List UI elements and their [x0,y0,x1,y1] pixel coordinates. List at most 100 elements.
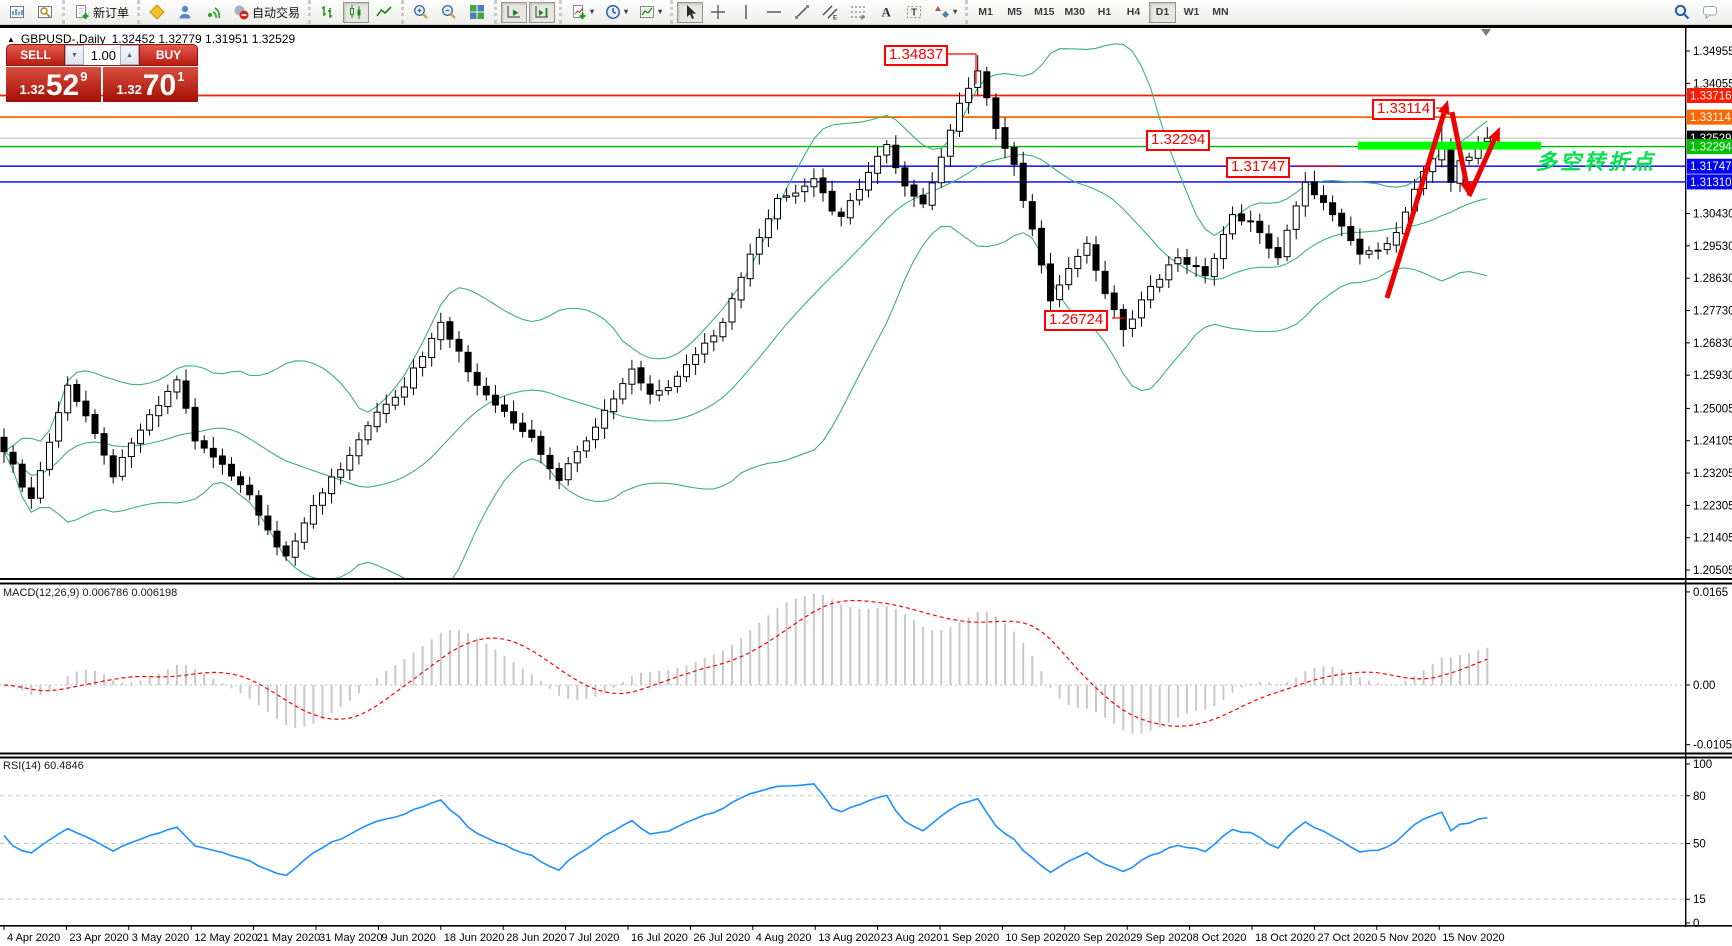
timeframe-h1[interactable]: H1 [1091,2,1118,23]
timeframe-h4[interactable]: H4 [1120,2,1147,23]
bollinger-bands [4,44,1487,590]
volume-input[interactable] [84,45,120,65]
timeframe-m1-label: M1 [978,6,993,18]
metaeditor-button[interactable] [144,2,170,23]
sell-price-sup: 9 [80,69,87,84]
date-label: 28 Jun 2020 [506,932,567,944]
sell-button[interactable]: SELL [6,44,65,66]
price-axis[interactable]: 1.349551.340551.304301.295301.286301.277… [1685,46,1732,930]
timeframe-w1-label: W1 [1184,6,1200,18]
channel-button[interactable]: E [817,2,843,23]
cursor-button[interactable] [677,2,703,23]
line-chart-button[interactable] [371,2,397,23]
community-button[interactable] [172,2,198,23]
timeframe-m5[interactable]: M5 [1001,2,1028,23]
timeframe-h4-label: H4 [1127,6,1140,18]
profiles-icon [36,3,54,21]
zoom-in-button[interactable] [408,2,434,23]
trendline-button[interactable] [789,2,815,23]
rsi-tick-label: 80 [1693,791,1706,803]
community-icon [176,3,194,21]
axis-tick-label: 1.22305 [1693,500,1732,512]
svg-text:E: E [833,16,837,22]
chat-icon [1701,3,1719,21]
timeframe-w1[interactable]: W1 [1178,2,1205,23]
price-callout[interactable]: 1.32294 [1146,130,1210,151]
autotrading-icon [232,3,250,21]
search-icon [1673,3,1691,21]
auto-scroll-button[interactable] [501,2,527,23]
vertical-line-button[interactable] [733,2,759,23]
bar-chart-button[interactable] [315,2,341,23]
support-zone-bar[interactable] [1358,142,1541,150]
sell-price-button[interactable]: 1.32 52 9 [6,67,101,102]
new-chart-button[interactable] [4,2,30,23]
tile-windows-button[interactable] [464,2,490,23]
toolbar-group-scroll [494,0,559,24]
one-click-trade-panel: SELL ▼ ▲ BUY 1.32 52 9 1.32 70 1 [6,44,198,102]
time-axis[interactable]: 4 Apr 202023 Apr 20203 May 202012 May 20… [4,925,1505,944]
timeframe-mn[interactable]: MN [1207,2,1234,23]
profiles-button[interactable] [32,2,58,23]
candle-chart-icon [347,3,365,21]
rsi-tick-label: 0 [1693,918,1699,930]
timeframe-m1[interactable]: M1 [972,2,999,23]
date-label: 31 May 2020 [319,932,383,944]
price-callout[interactable]: 1.33114 [1372,99,1435,120]
axis-tick-label: 1.24105 [1693,436,1732,448]
candle-chart-button[interactable] [343,2,369,23]
axis-tick-label: 1.20505 [1693,565,1732,577]
axis-tick-label: 1.27730 [1693,306,1732,318]
buy-price-button[interactable]: 1.32 70 1 [103,67,198,102]
signals-button[interactable] [200,2,226,23]
chat-button[interactable] [1697,2,1723,23]
chart-shift-button[interactable] [529,2,555,23]
periods-button[interactable]: ▾ [600,2,632,23]
chart-shift-marker[interactable] [1481,29,1491,36]
turning-point-note[interactable]: 多空转折点 [1536,146,1656,176]
volume-up-button[interactable]: ▲ [120,45,139,65]
new-order-button[interactable]: 新订单 [69,2,133,23]
svg-text:F: F [861,16,865,21]
arrows-button[interactable]: ▾ [929,2,961,23]
date-label: 23 Aug 2020 [881,932,943,944]
buy-button[interactable]: BUY [139,44,198,66]
label-icon: T [905,3,923,21]
date-label: 21 May 2020 [257,932,321,944]
search-button[interactable] [1669,2,1695,23]
buy-price-big: 70 [143,74,176,99]
timeframe-d1[interactable]: D1 [1149,2,1176,23]
text-icon: A [877,3,895,21]
collapse-panel-icon[interactable]: ▲ [7,35,15,44]
axis-tick-label: 1.29530 [1693,241,1732,253]
indicators-button[interactable]: ▾ [566,2,598,23]
crosshair-button[interactable] [705,2,731,23]
zoom-out-button[interactable] [436,2,462,23]
text-button[interactable]: A [873,2,899,23]
price-badge-label: 1.31747 [1690,161,1732,173]
rsi-tick-label: 50 [1693,839,1706,851]
new-chart-icon [8,3,26,21]
axis-tick-label: 1.23205 [1693,468,1732,480]
price-callout[interactable]: 1.31747 [1226,157,1290,178]
macd-pane [0,594,1685,734]
templates-button[interactable]: ▾ [634,2,666,23]
buy-price-prefix: 1.32 [117,82,142,97]
chart-shift-icon [533,3,551,21]
price-callout[interactable]: 1.26724 [1044,310,1108,331]
timeframe-m30[interactable]: M30 [1061,2,1089,23]
label-button[interactable]: T [901,2,927,23]
date-label: 12 May 2020 [194,932,258,944]
macd-tick-label: 0.00 [1693,680,1715,692]
price-callout[interactable]: 1.34837 [884,45,948,66]
timeframe-m15[interactable]: M15 [1030,2,1058,23]
date-label: 5 Nov 2020 [1380,932,1436,944]
volume-down-button[interactable]: ▼ [65,45,84,65]
clock-icon [604,3,622,21]
fibonacci-button[interactable]: F [845,2,871,23]
autotrading-button[interactable]: 自动交易 [228,2,304,23]
date-label: 3 May 2020 [132,932,189,944]
horizontal-line-button[interactable] [761,2,787,23]
doc-plus-icon [73,3,91,21]
timeframe-m15-label: M15 [1034,6,1054,18]
